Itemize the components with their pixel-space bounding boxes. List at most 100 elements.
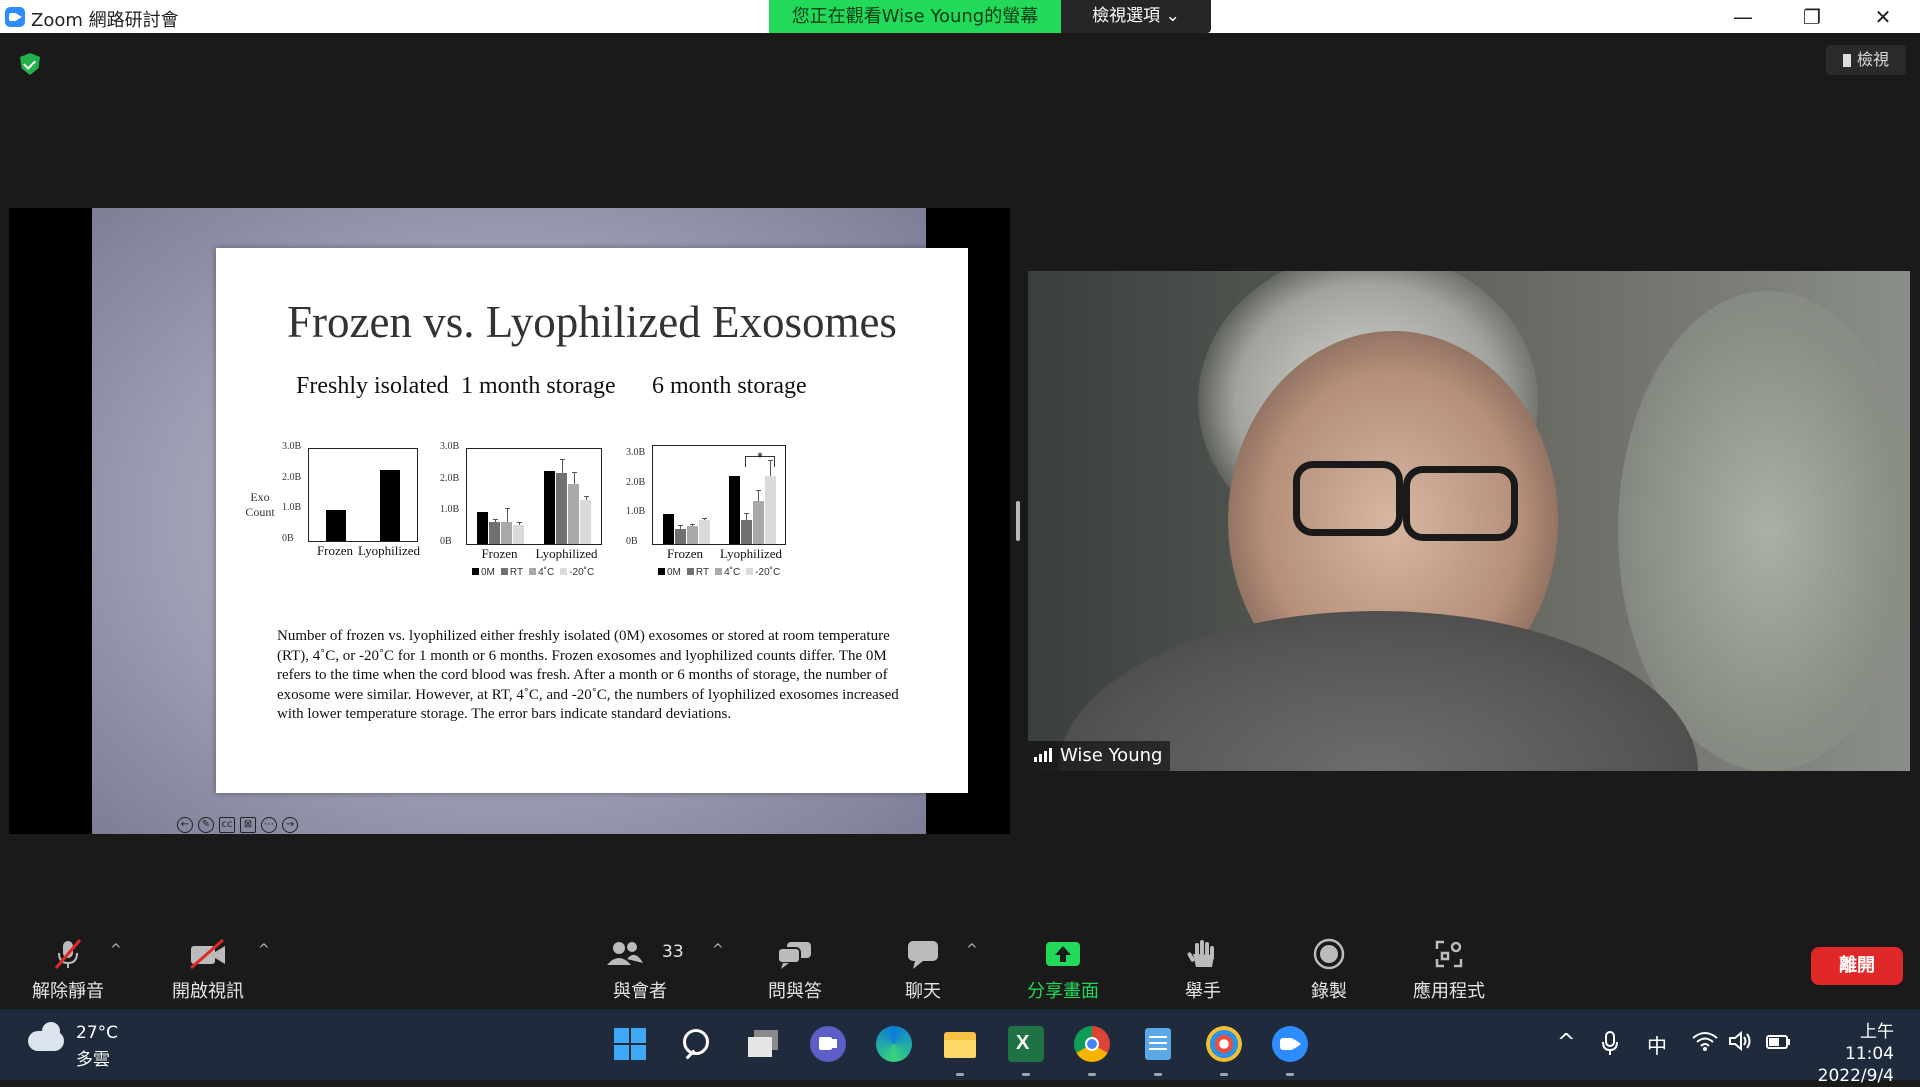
shared-screen[interactable]: Frozen vs. Lyophilized Exosomes Exo Count… [9, 208, 1010, 834]
camera-off-icon[interactable]: ⊠ [240, 817, 256, 833]
error-bar-cap [702, 517, 707, 519]
audio-options-caret-icon[interactable]: ^ [110, 942, 122, 958]
share-screen-label: 分享畫面 [1027, 981, 1099, 1002]
legend-swatch [715, 568, 723, 575]
legend-label: 4˚C [724, 567, 741, 578]
cloud-icon [28, 1017, 64, 1051]
legend-item: -20˚C [746, 567, 780, 578]
video-options-caret-icon[interactable]: ^ [258, 942, 270, 958]
x-tick-label: Lyophilized [719, 546, 783, 561]
zoom-taskbar-icon[interactable] [1272, 1026, 1308, 1062]
legend-swatch [746, 568, 754, 575]
legend-label: -20˚C [569, 567, 595, 578]
qa-button[interactable]: 問與答 [745, 922, 845, 1009]
error-bar-cap [492, 519, 498, 521]
paint-icon[interactable] [1206, 1026, 1242, 1062]
error-bar-cap [583, 495, 589, 497]
more-icon[interactable]: ⋯ [261, 817, 277, 833]
error-bar [746, 514, 747, 521]
search-icon[interactable] [679, 1026, 715, 1062]
file-explorer-icon[interactable] [942, 1026, 978, 1062]
apps-button[interactable]: 應用程式 [1399, 922, 1499, 1009]
participant-video[interactable]: Wise Young [1028, 271, 1910, 771]
error-bar [692, 524, 693, 527]
chat-button[interactable]: 聊天 [873, 922, 973, 1009]
splitter-handle[interactable] [1016, 501, 1020, 541]
y-tick-label: 1.0B [626, 506, 646, 518]
legend-item: 4˚C [529, 567, 554, 578]
chart-legend: 0M RT 4˚C -20˚C [658, 567, 786, 578]
participants-button[interactable]: 33 與會者 [590, 922, 690, 1009]
pen-icon[interactable]: ✎ [198, 817, 214, 833]
hand-icon [1187, 940, 1214, 967]
ime-indicator[interactable]: 中 [1647, 1030, 1667, 1059]
legend-swatch [529, 568, 537, 575]
battery-icon[interactable] [1765, 1030, 1793, 1057]
bar [326, 510, 346, 541]
legend-label: 4˚C [538, 567, 555, 578]
next-slide-icon[interactable]: → [282, 817, 298, 833]
chart-plot-area [308, 448, 418, 542]
y-tick-label: 2.0B [440, 472, 460, 484]
slide-background: Frozen vs. Lyophilized Exosomes Exo Count… [92, 208, 968, 834]
error-bar [680, 526, 681, 530]
zoom-app-icon [5, 7, 25, 27]
close-button[interactable]: ✕ [1860, 4, 1906, 30]
notepad-icon[interactable] [1140, 1026, 1176, 1062]
error-bar [573, 472, 575, 484]
legend-label: -20˚C [755, 567, 781, 578]
significance-marker: * [745, 451, 775, 467]
legend-swatch [472, 568, 479, 575]
slide-caption: Number of frozen vs. lyophilized either … [277, 628, 899, 722]
system-clock[interactable]: 上午 11:04 2022/9/4 [1810, 1021, 1894, 1087]
edge-icon[interactable] [876, 1026, 912, 1062]
bar [698, 520, 710, 544]
leave-button[interactable]: 離開 [1811, 947, 1903, 985]
chart-plot-area [466, 448, 602, 545]
view-button[interactable]: 檢視 [1826, 45, 1906, 75]
apps-icon [1435, 940, 1463, 968]
raise-hand-button[interactable]: 舉手 [1153, 922, 1253, 1009]
minimize-button[interactable]: — [1720, 4, 1766, 30]
participant-name: Wise Young [1060, 745, 1163, 766]
restore-button[interactable]: ❐ [1789, 4, 1835, 30]
chrome-icon[interactable] [1074, 1026, 1110, 1062]
teams-chat-icon[interactable] [810, 1026, 846, 1062]
slide-controls: ← ✎ cc ⊠ ⋯ → [177, 812, 303, 833]
windows-start-icon[interactable] [612, 1026, 648, 1062]
legend-swatch [658, 568, 665, 575]
wifi-icon[interactable] [1692, 1030, 1718, 1057]
bar [662, 514, 674, 544]
unmute-button[interactable]: 解除靜音 [18, 922, 118, 1009]
tray-overflow-icon[interactable]: ^ [1557, 1030, 1575, 1055]
glasses-left [1293, 461, 1403, 536]
participants-caret-icon[interactable]: ^ [712, 942, 724, 958]
bar [501, 521, 512, 544]
slide: Frozen vs. Lyophilized Exosomes Exo Count… [216, 248, 968, 793]
legend-item: -20˚C [560, 567, 594, 578]
legend-label: RT [509, 567, 524, 578]
legend-label: 0M [667, 567, 681, 578]
shield-icon[interactable] [20, 53, 40, 75]
viewing-banner: 您正在觀看Wise Young的螢幕 [769, 0, 1061, 33]
chat-caret-icon[interactable]: ^ [966, 942, 978, 958]
volume-icon[interactable] [1728, 1030, 1754, 1057]
error-bar-cap [678, 525, 683, 527]
microphone-icon[interactable] [1600, 1030, 1620, 1061]
excel-running-indicator [1022, 1073, 1030, 1076]
video-off-icon [190, 938, 225, 970]
task-view-icon[interactable] [745, 1026, 781, 1062]
signal-icon [1034, 748, 1054, 762]
view-options-button[interactable]: 檢視選項 ⌄ [1061, 0, 1211, 33]
record-button[interactable]: 錄製 [1279, 922, 1379, 1009]
bar [568, 483, 579, 544]
excel-icon[interactable]: X [1008, 1026, 1044, 1062]
share-screen-button[interactable]: 分享畫面 [1013, 922, 1113, 1009]
legend-item: 0M [658, 567, 681, 578]
start-video-button[interactable]: 開啟視訊 [158, 922, 258, 1009]
error-bar [506, 509, 508, 522]
legend-swatch [560, 568, 568, 575]
prev-slide-icon[interactable]: ← [177, 817, 193, 833]
cc-icon[interactable]: cc [219, 817, 235, 833]
qa-icon [777, 942, 811, 969]
